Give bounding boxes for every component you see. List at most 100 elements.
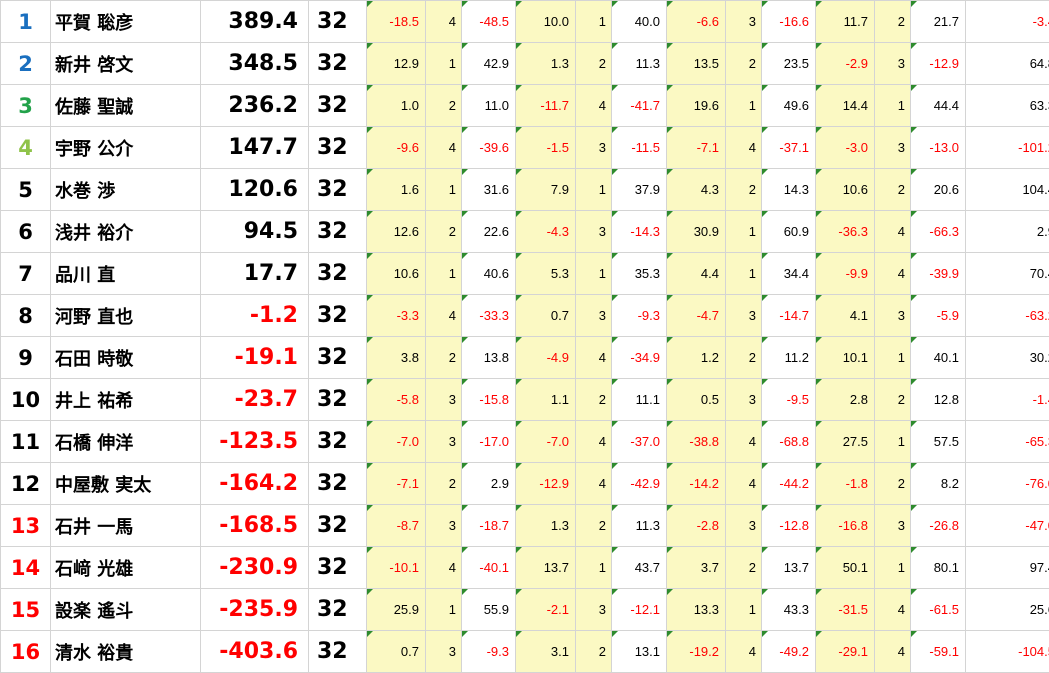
games-played-cell[interactable]: 32: [308, 0, 367, 43]
game-rank-cell[interactable]: 4: [575, 336, 612, 379]
game-rank-cell[interactable]: 2: [575, 504, 612, 547]
game-rank-cell[interactable]: 1: [575, 168, 612, 211]
games-played-cell[interactable]: 32: [308, 546, 367, 589]
diff-cell[interactable]: 30.2: [965, 336, 1049, 379]
games-played-cell[interactable]: 32: [308, 168, 367, 211]
player-name-cell[interactable]: 設楽 遙斗: [50, 588, 201, 631]
score-cell[interactable]: -37.1: [761, 126, 816, 169]
score-cell[interactable]: -36.3: [815, 210, 875, 253]
total-points-cell[interactable]: -403.6: [200, 630, 309, 673]
score-cell[interactable]: -2.8: [666, 504, 726, 547]
score-cell[interactable]: -11.7: [515, 84, 576, 127]
total-points-cell[interactable]: -23.7: [200, 378, 309, 421]
diff-cell[interactable]: 63.3: [965, 84, 1049, 127]
score-cell[interactable]: -8.7: [366, 504, 426, 547]
games-played-cell[interactable]: 32: [308, 630, 367, 673]
score-cell[interactable]: 3.1: [515, 630, 576, 673]
score-cell[interactable]: 11.2: [761, 336, 816, 379]
score-cell[interactable]: -12.1: [611, 588, 667, 631]
score-cell[interactable]: -14.3: [611, 210, 667, 253]
score-cell[interactable]: 25.9: [366, 588, 426, 631]
diff-cell[interactable]: 64.8: [965, 42, 1049, 85]
score-cell[interactable]: 1.2: [666, 336, 726, 379]
total-points-cell[interactable]: 94.5: [200, 210, 309, 253]
game-rank-cell[interactable]: 4: [874, 588, 911, 631]
score-cell[interactable]: -10.1: [366, 546, 426, 589]
score-cell[interactable]: 10.6: [815, 168, 875, 211]
score-cell[interactable]: 20.6: [910, 168, 966, 211]
total-points-cell[interactable]: -19.1: [200, 336, 309, 379]
score-cell[interactable]: -5.8: [366, 378, 426, 421]
score-cell[interactable]: -14.2: [666, 462, 726, 505]
game-rank-cell[interactable]: 4: [425, 294, 462, 337]
score-cell[interactable]: -48.5: [461, 0, 516, 43]
score-cell[interactable]: 50.1: [815, 546, 875, 589]
score-cell[interactable]: -9.5: [761, 378, 816, 421]
score-cell[interactable]: 40.6: [461, 252, 516, 295]
score-cell[interactable]: -14.7: [761, 294, 816, 337]
game-rank-cell[interactable]: 4: [575, 84, 612, 127]
score-cell[interactable]: 4.1: [815, 294, 875, 337]
score-cell[interactable]: -15.8: [461, 378, 516, 421]
game-rank-cell[interactable]: 4: [874, 252, 911, 295]
score-cell[interactable]: -18.7: [461, 504, 516, 547]
game-rank-cell[interactable]: 3: [874, 294, 911, 337]
game-rank-cell[interactable]: 4: [425, 546, 462, 589]
player-name-cell[interactable]: 石田 時敬: [50, 336, 201, 379]
score-cell[interactable]: 19.6: [666, 84, 726, 127]
score-cell[interactable]: 11.1: [611, 378, 667, 421]
diff-cell[interactable]: -65.3: [965, 420, 1049, 463]
score-cell[interactable]: 2.8: [815, 378, 875, 421]
diff-cell[interactable]: -3.4: [965, 0, 1049, 43]
score-cell[interactable]: 12.8: [910, 378, 966, 421]
total-points-cell[interactable]: 120.6: [200, 168, 309, 211]
score-cell[interactable]: 11.3: [611, 42, 667, 85]
score-cell[interactable]: -7.0: [366, 420, 426, 463]
game-rank-cell[interactable]: 2: [575, 42, 612, 85]
score-cell[interactable]: 13.8: [461, 336, 516, 379]
score-cell[interactable]: 40.1: [910, 336, 966, 379]
diff-cell[interactable]: 2.9: [965, 210, 1049, 253]
player-name-cell[interactable]: 中屋敷 実太: [50, 462, 201, 505]
game-rank-cell[interactable]: 4: [874, 210, 911, 253]
game-rank-cell[interactable]: 1: [874, 420, 911, 463]
score-cell[interactable]: 30.9: [666, 210, 726, 253]
player-name-cell[interactable]: 新井 啓文: [50, 42, 201, 85]
score-cell[interactable]: -3.0: [815, 126, 875, 169]
game-rank-cell[interactable]: 3: [874, 504, 911, 547]
games-played-cell[interactable]: 32: [308, 126, 367, 169]
game-rank-cell[interactable]: 3: [575, 126, 612, 169]
score-cell[interactable]: -16.8: [815, 504, 875, 547]
score-cell[interactable]: -59.1: [910, 630, 966, 673]
rank-cell[interactable]: 14: [0, 546, 51, 589]
score-cell[interactable]: -16.6: [761, 0, 816, 43]
score-cell[interactable]: 55.9: [461, 588, 516, 631]
total-points-cell[interactable]: 348.5: [200, 42, 309, 85]
game-rank-cell[interactable]: 4: [725, 630, 762, 673]
score-cell[interactable]: 4.4: [666, 252, 726, 295]
player-name-cell[interactable]: 石橋 伸洋: [50, 420, 201, 463]
score-cell[interactable]: 22.6: [461, 210, 516, 253]
game-rank-cell[interactable]: 2: [874, 378, 911, 421]
score-cell[interactable]: 10.6: [366, 252, 426, 295]
diff-cell[interactable]: 70.4: [965, 252, 1049, 295]
score-cell[interactable]: 2.9: [461, 462, 516, 505]
rank-cell[interactable]: 13: [0, 504, 51, 547]
games-played-cell[interactable]: 32: [308, 42, 367, 85]
games-played-cell[interactable]: 32: [308, 378, 367, 421]
score-cell[interactable]: -12.8: [761, 504, 816, 547]
rank-cell[interactable]: 3: [0, 84, 51, 127]
diff-cell[interactable]: 104.4: [965, 168, 1049, 211]
score-cell[interactable]: -2.9: [815, 42, 875, 85]
game-rank-cell[interactable]: 4: [874, 630, 911, 673]
diff-cell[interactable]: 25.6: [965, 588, 1049, 631]
score-cell[interactable]: -34.9: [611, 336, 667, 379]
game-rank-cell[interactable]: 2: [874, 0, 911, 43]
score-cell[interactable]: -18.5: [366, 0, 426, 43]
score-cell[interactable]: 5.3: [515, 252, 576, 295]
diff-cell[interactable]: -104.5: [965, 630, 1049, 673]
game-rank-cell[interactable]: 4: [725, 126, 762, 169]
player-name-cell[interactable]: 清水 裕貴: [50, 630, 201, 673]
player-name-cell[interactable]: 河野 直也: [50, 294, 201, 337]
games-played-cell[interactable]: 32: [308, 210, 367, 253]
